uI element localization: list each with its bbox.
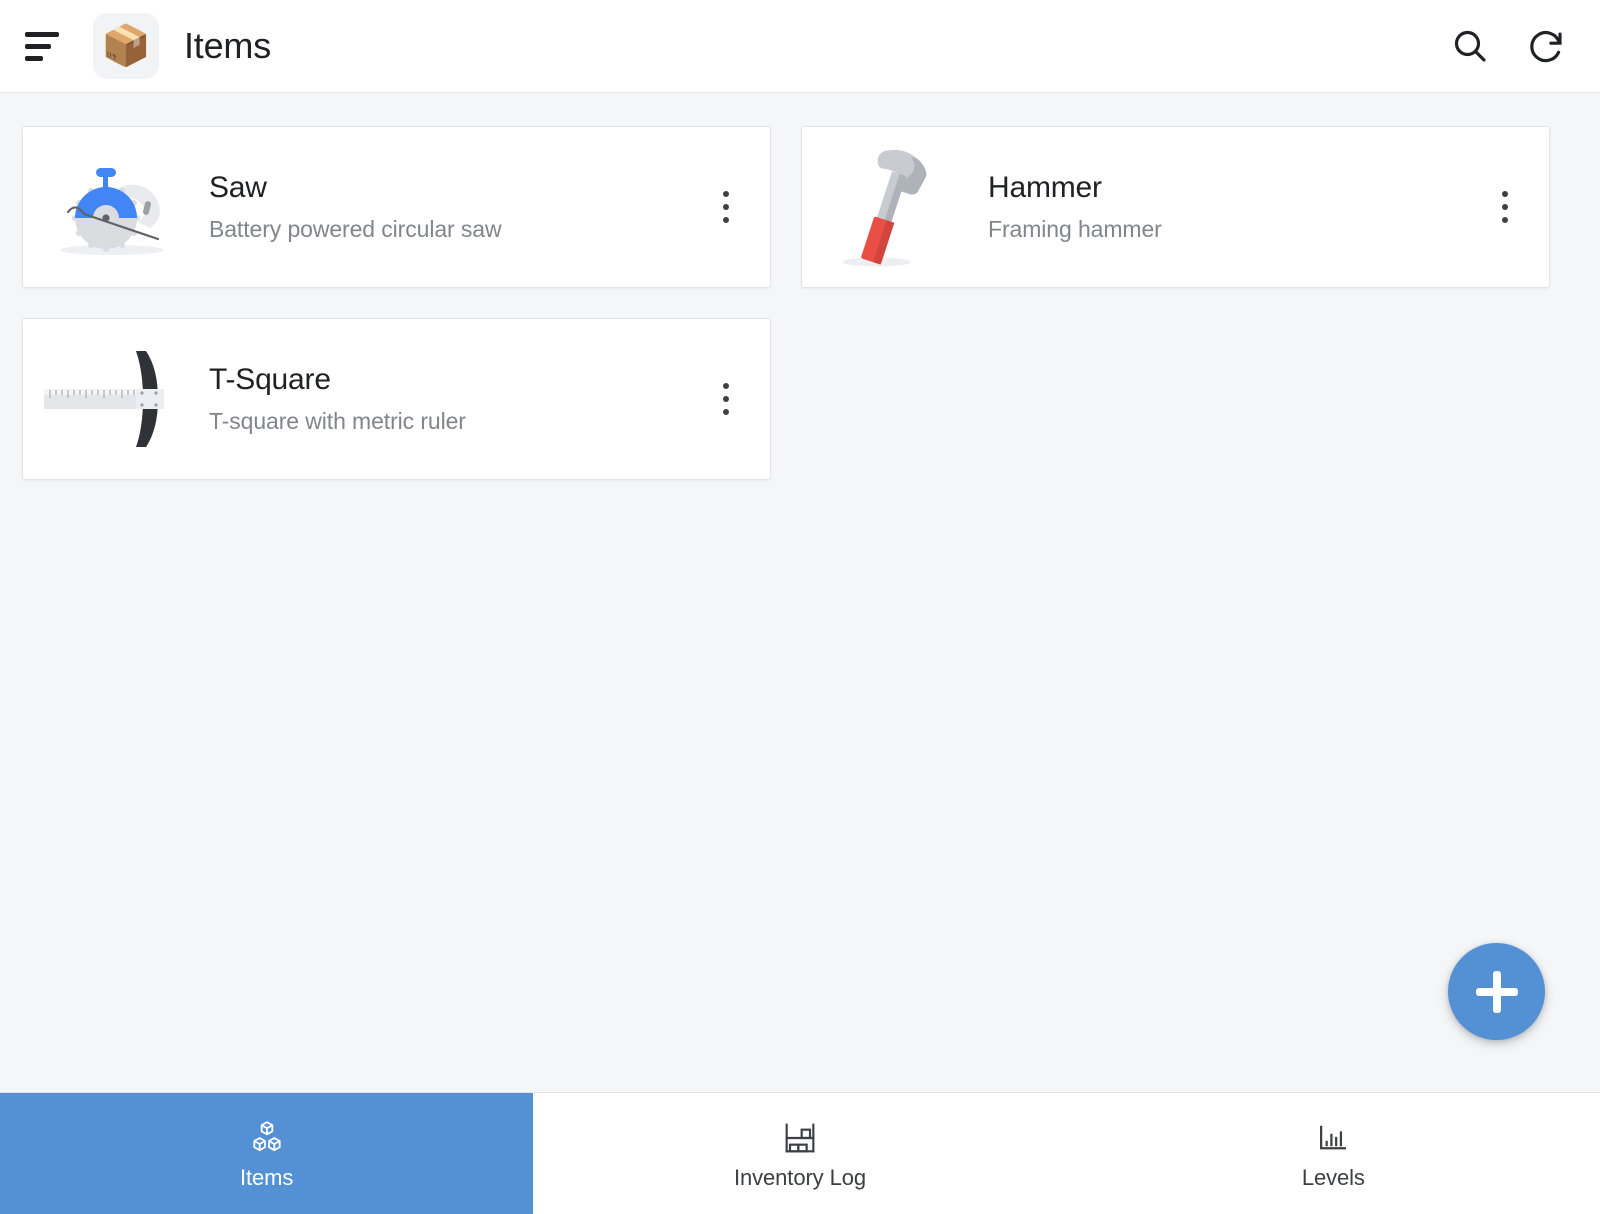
package-icon: 📦	[93, 13, 159, 79]
t-square-ruler-icon	[37, 339, 187, 459]
kebab-dot	[1502, 204, 1508, 210]
add-item-button[interactable]	[1448, 943, 1545, 1040]
bottom-navigation: Items Inventory Log Levels	[0, 1092, 1600, 1214]
nav-tab-levels[interactable]: Levels	[1067, 1093, 1600, 1214]
item-name: T-Square	[209, 363, 331, 397]
hammer-icon	[816, 147, 966, 267]
kebab-dot	[723, 396, 729, 402]
more-options-icon[interactable]	[704, 178, 748, 236]
kebab-dot	[1502, 217, 1508, 223]
menu-line-1	[25, 31, 59, 37]
plus-icon-vertical	[1492, 970, 1501, 1013]
refresh-icon[interactable]	[1518, 18, 1574, 74]
menu-line-2	[25, 43, 51, 49]
item-card-hammer[interactable]: Hammer Framing hammer	[801, 126, 1550, 288]
item-text-block: Hammer Framing hammer	[988, 170, 1483, 244]
search-icon[interactable]	[1442, 18, 1498, 74]
menu-line-3	[25, 55, 43, 61]
item-description: Framing hammer	[988, 216, 1162, 243]
kebab-dot	[723, 409, 729, 415]
nav-tab-label: Levels	[1301, 1165, 1365, 1190]
kebab-dot	[723, 204, 729, 210]
item-name: Saw	[209, 171, 267, 205]
kebab-dot	[723, 383, 729, 389]
kebab-dot	[1502, 191, 1508, 197]
item-card-saw[interactable]: Saw Battery powered circular saw	[22, 126, 771, 288]
circular-saw-icon	[37, 147, 187, 267]
item-description: Battery powered circular saw	[209, 216, 502, 243]
nav-tab-inventory-log[interactable]: Inventory Log	[533, 1093, 1066, 1214]
page-title: Items	[184, 25, 272, 66]
item-description: T-square with metric ruler	[209, 408, 466, 435]
more-options-icon[interactable]	[704, 370, 748, 428]
hamburger-menu-icon[interactable]	[18, 19, 72, 73]
item-card-t-square[interactable]: T-Square T-square with metric ruler	[22, 318, 771, 480]
items-content: Saw Battery powered circular saw Hammer …	[0, 93, 1600, 1092]
item-text-block: Saw Battery powered circular saw	[209, 170, 704, 244]
boxes-icon	[247, 1118, 287, 1158]
more-options-icon[interactable]	[1483, 178, 1527, 236]
item-name: Hammer	[988, 171, 1102, 205]
items-grid: Saw Battery powered circular saw Hammer …	[0, 93, 1600, 480]
app-bar: 📦 Items	[0, 0, 1600, 93]
package-emoji: 📦	[101, 24, 151, 68]
kebab-dot	[723, 217, 729, 223]
warehouse-shelf-icon	[780, 1118, 820, 1158]
kebab-dot	[723, 191, 729, 197]
nav-tab-label: Inventory Log	[733, 1165, 866, 1190]
nav-tab-label: Items	[240, 1165, 294, 1190]
bar-chart-icon	[1314, 1118, 1352, 1158]
item-text-block: T-Square T-square with metric ruler	[209, 362, 704, 436]
nav-tab-items[interactable]: Items	[0, 1093, 534, 1214]
